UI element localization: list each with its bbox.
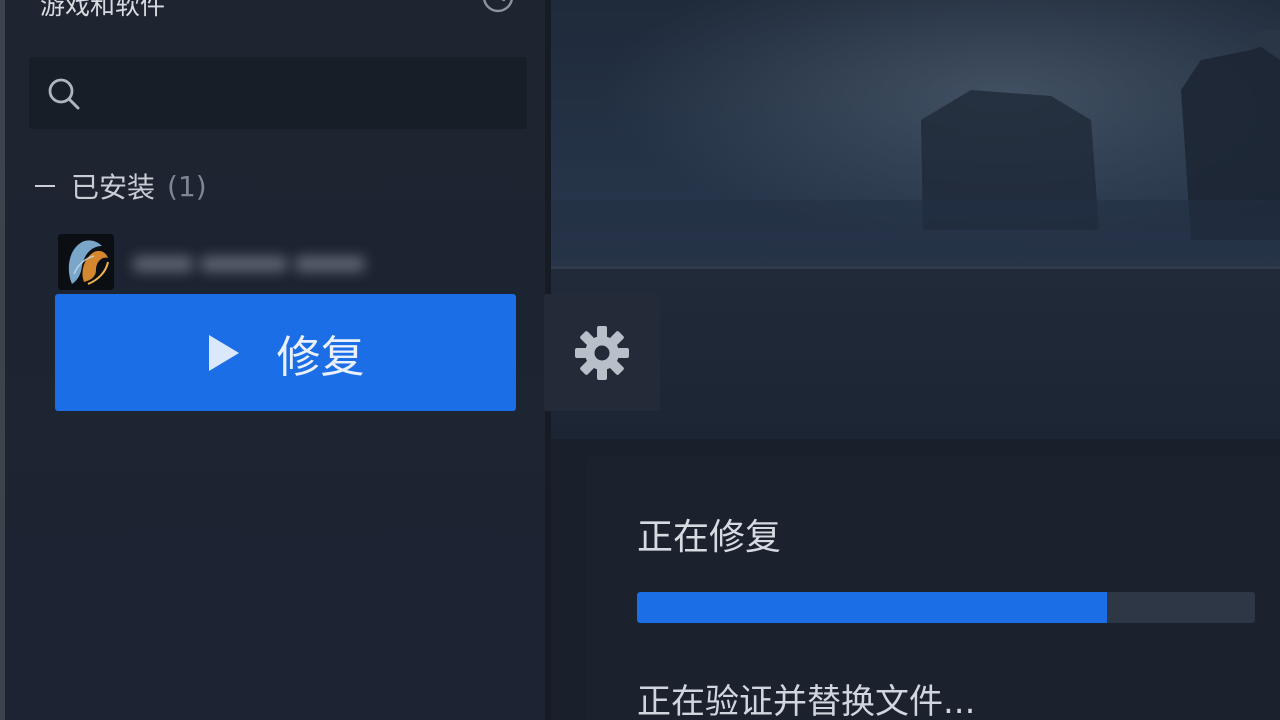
hero-banner bbox=[551, 0, 1280, 268]
gear-icon bbox=[575, 325, 629, 380]
play-triangle-icon bbox=[208, 334, 239, 371]
repair-status-panel: 正在修复 正在验证并替换文件... bbox=[587, 456, 1280, 720]
search-icon bbox=[48, 78, 80, 110]
chevron-down-icon[interactable] bbox=[411, 0, 439, 6]
repair-progress-bar bbox=[637, 592, 1255, 623]
library-title[interactable]: 游戏和软件 bbox=[40, 0, 165, 22]
game-settings-button[interactable] bbox=[544, 294, 660, 411]
game-list-item[interactable] bbox=[55, 230, 525, 294]
status-title: 正在修复 bbox=[637, 517, 782, 558]
search-input[interactable] bbox=[95, 71, 509, 117]
clock-icon[interactable] bbox=[481, 0, 515, 14]
installed-count: (1) bbox=[167, 169, 207, 203]
status-detail: 正在验证并替换文件... bbox=[637, 682, 976, 720]
action-bar bbox=[551, 269, 1280, 439]
installed-label: 已安装 bbox=[71, 171, 156, 204]
repair-button-label: 修复 bbox=[276, 331, 365, 383]
installed-section-header[interactable]: 已安装 (1) bbox=[35, 166, 207, 206]
app-window: 游戏和软件 已安装 (1) 修复 正在修复 正在验证并替换文件... bbox=[0, 0, 1280, 720]
repair-button[interactable]: 修复 bbox=[55, 294, 516, 411]
collapse-icon[interactable] bbox=[35, 185, 55, 187]
game-icon bbox=[58, 234, 114, 290]
game-title-redacted bbox=[133, 250, 379, 278]
search-box[interactable] bbox=[29, 57, 527, 129]
progress-fill bbox=[637, 592, 1107, 623]
